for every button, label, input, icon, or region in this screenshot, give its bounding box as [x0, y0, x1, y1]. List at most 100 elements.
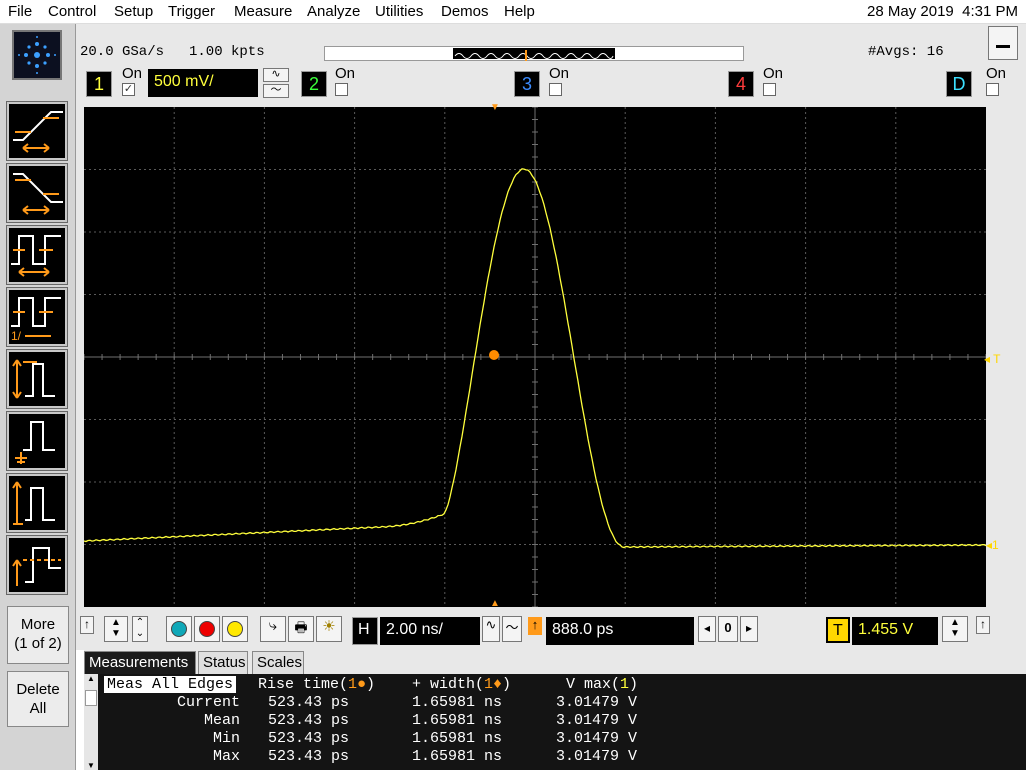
period-tool-icon[interactable] [6, 225, 68, 285]
scroll-down-icon[interactable]: ▼ [87, 761, 95, 770]
vmax-value: 3.01479 V [556, 730, 638, 747]
coupling-ac-icon[interactable]: ∿ [263, 68, 289, 82]
measurements-scrollbar[interactable]: ▲ ▼ [84, 674, 98, 770]
rise-time-header-channel: 1● [348, 676, 367, 693]
time: 4:31 PM [962, 3, 1018, 20]
tab-status[interactable]: Status [198, 651, 248, 674]
rise-time-tool-icon[interactable] [6, 101, 68, 161]
pos-width-value: 1.65981 ns [412, 730, 503, 747]
trigger-level[interactable]: 1.455 V [852, 617, 938, 645]
keysight-logo-icon[interactable] [12, 30, 62, 80]
delete-all-label: Delete All [16, 681, 60, 717]
rise-time-header-pre: Rise time( [258, 676, 349, 693]
timebase-wave-icon[interactable]: 〜 [502, 616, 522, 642]
autoscale-icon[interactable]: ⤷ [260, 616, 286, 642]
channel-1-on-label: On [122, 65, 143, 82]
measurement-header-row: Meas All Edges Rise time(1●) + width(1♦)… [104, 676, 638, 694]
measurements-panel: ▲ ▼ Meas All Edges Rise time(1●) + width… [84, 674, 1026, 770]
coupling-dc-icon[interactable]: 〜 [263, 84, 289, 98]
channel-1-scale[interactable]: 500 mV/ [148, 69, 258, 97]
minimize-button[interactable] [988, 26, 1018, 60]
pos-width-value: 1.65981 ns [412, 712, 503, 729]
menu-demos[interactable]: Demos [441, 3, 489, 20]
trigger-level-marker[interactable]: ◂ T [984, 352, 1000, 366]
channel-4-on-label: On [763, 65, 784, 82]
color-cyan-button[interactable] [166, 616, 192, 642]
menu-file[interactable]: File [8, 3, 32, 20]
print-icon[interactable]: 🖶 [288, 616, 314, 642]
color-red-button[interactable] [194, 616, 220, 642]
scroll-thumb[interactable] [85, 690, 97, 706]
menu-analyze[interactable]: Analyze [307, 3, 360, 20]
rise-time-value: 523.43 ps [268, 694, 350, 711]
trigger-level-up-icon[interactable]: ↑ [976, 616, 990, 634]
clock: 28 May 2019 4:31 PM [867, 3, 1018, 20]
channel-3-on-label: On [549, 65, 570, 82]
channel-3-checkbox[interactable] [549, 83, 562, 96]
display-brightness-icon[interactable]: ☀ [316, 616, 342, 642]
menu-control[interactable]: Control [48, 3, 96, 20]
delay-left-icon[interactable]: ◂ [698, 616, 716, 642]
fall-time-tool-icon[interactable] [6, 163, 68, 223]
row-label: Current [176, 694, 240, 711]
top-tool-icon[interactable] [6, 411, 68, 471]
delete-all-button[interactable]: Delete All [7, 671, 69, 727]
vertical-nudge-icon[interactable]: ▲ ▼ [104, 616, 128, 642]
pos-width-header-post: ) [502, 676, 512, 693]
meas-all-edges-button[interactable]: Meas All Edges [104, 676, 237, 693]
waveform-display[interactable] [83, 106, 987, 608]
sample-rate: 20.0 GSa/s [80, 44, 165, 60]
vertical-nudge-small-icon[interactable]: ⌃ ⌄ [132, 616, 148, 642]
scroll-up-icon[interactable]: ▲ [87, 674, 95, 683]
menu-setup[interactable]: Setup [114, 3, 153, 20]
frequency-tool-icon[interactable]: 1/ [6, 287, 68, 347]
overview-window[interactable] [453, 48, 615, 61]
channel-1-ground-marker[interactable]: ◂1 [986, 538, 999, 552]
digital-checkbox[interactable] [986, 83, 999, 96]
menu-help[interactable]: Help [504, 3, 535, 20]
trigger-label: T [826, 617, 850, 643]
channel-4-checkbox[interactable] [763, 83, 776, 96]
menu-trigger[interactable]: Trigger [168, 3, 215, 20]
vmax-header: V max(1) [566, 676, 638, 693]
horizontal-scale[interactable]: 2.00 ns/ [380, 617, 480, 645]
color-yellow-button[interactable] [222, 616, 248, 642]
vmax-tool-icon[interactable] [6, 535, 68, 595]
timebase-ac-icon[interactable]: ∿ [482, 616, 500, 642]
pan-up-icon[interactable]: ↑ [80, 616, 94, 634]
delay-marker-icon: ↑ [528, 617, 542, 635]
trigger-level-stepper-icon[interactable]: ▲ ▼ [942, 616, 968, 642]
digital-channel-button[interactable]: D [946, 71, 972, 97]
red-dot-icon [199, 621, 215, 637]
measurement-row-min: Min 523.43 ps 1.65981 ns 3.01479 V [104, 730, 637, 748]
delay-right-icon[interactable]: ▸ [740, 616, 758, 642]
digital-on-label: On [986, 65, 1007, 82]
horizontal-delay[interactable]: 888.0 ps [546, 617, 694, 645]
channel-2-button[interactable]: 2 [301, 71, 327, 97]
delay-reference[interactable]: 0 [718, 616, 738, 642]
amplitude-tool-icon[interactable] [6, 349, 68, 409]
channel-4-button[interactable]: 4 [728, 71, 754, 97]
row-label: Mean [203, 712, 240, 729]
rise-time-value: 523.43 ps [268, 712, 350, 729]
averages-count: #Avgs: 16 [868, 44, 944, 60]
channel-2-checkbox[interactable] [335, 83, 348, 96]
more-button[interactable]: More (1 of 2) [7, 606, 69, 664]
channel-1-button[interactable]: 1 [86, 71, 112, 97]
pos-width-header-channel: 1♦ [484, 676, 503, 693]
tab-scales[interactable]: Scales [252, 651, 304, 674]
channel-1-ground-marker-label: 1 [992, 538, 999, 552]
rise-time-value: 523.43 ps [268, 748, 350, 765]
channel-3-button[interactable]: 3 [514, 71, 540, 97]
yellow-dot-icon [227, 621, 243, 637]
acquisition-bar: 20.0 GSa/s 1.00 kpts #Avgs: 16 [76, 24, 1026, 64]
graticule [83, 106, 987, 608]
max-tool-icon[interactable] [6, 473, 68, 533]
timebase-reference-bottom-icon: ▲ [490, 598, 500, 609]
menu-utilities[interactable]: Utilities [375, 3, 423, 20]
memory-overview-bar[interactable] [324, 46, 744, 61]
menu-measure[interactable]: Measure [234, 3, 292, 20]
tab-measurements[interactable]: Measurements [84, 651, 196, 674]
measurement-row-mean: Mean 523.43 ps 1.65981 ns 3.01479 V [104, 712, 637, 730]
channel-1-checkbox[interactable]: ✓ [122, 83, 135, 96]
